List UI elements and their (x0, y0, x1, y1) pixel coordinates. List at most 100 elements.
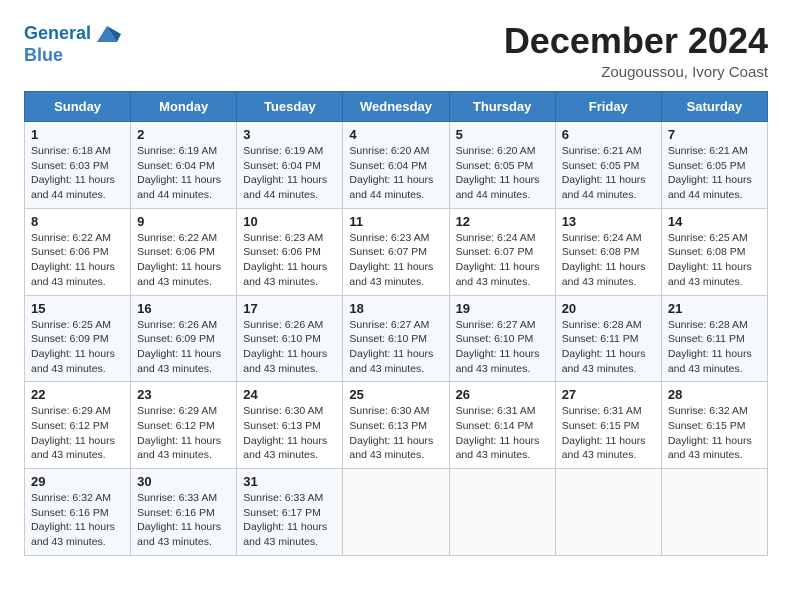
logo: General Blue (24, 20, 121, 66)
day-number: 11 (349, 214, 442, 229)
day-info: Sunrise: 6:22 AMSunset: 6:06 PMDaylight:… (137, 232, 221, 288)
calendar-table: SundayMondayTuesdayWednesdayThursdayFrid… (24, 91, 768, 556)
calendar-cell: 10 Sunrise: 6:23 AMSunset: 6:06 PMDaylig… (237, 208, 343, 295)
calendar-cell: 16 Sunrise: 6:26 AMSunset: 6:09 PMDaylig… (131, 295, 237, 382)
calendar-cell: 29 Sunrise: 6:32 AMSunset: 6:16 PMDaylig… (25, 469, 131, 556)
weekday-header-tuesday: Tuesday (237, 92, 343, 122)
day-info: Sunrise: 6:33 AMSunset: 6:17 PMDaylight:… (243, 492, 327, 548)
calendar-cell (661, 469, 767, 556)
day-info: Sunrise: 6:25 AMSunset: 6:08 PMDaylight:… (668, 232, 752, 288)
day-number: 5 (456, 127, 549, 142)
day-info: Sunrise: 6:26 AMSunset: 6:10 PMDaylight:… (243, 319, 327, 375)
day-number: 8 (31, 214, 124, 229)
calendar-cell: 18 Sunrise: 6:27 AMSunset: 6:10 PMDaylig… (343, 295, 449, 382)
day-number: 13 (562, 214, 655, 229)
day-number: 25 (349, 387, 442, 402)
day-number: 12 (456, 214, 549, 229)
calendar-cell: 1 Sunrise: 6:18 AMSunset: 6:03 PMDayligh… (25, 122, 131, 209)
day-number: 4 (349, 127, 442, 142)
day-number: 21 (668, 301, 761, 316)
day-number: 23 (137, 387, 230, 402)
calendar-cell: 22 Sunrise: 6:29 AMSunset: 6:12 PMDaylig… (25, 382, 131, 469)
day-number: 17 (243, 301, 336, 316)
day-info: Sunrise: 6:32 AMSunset: 6:16 PMDaylight:… (31, 492, 115, 548)
calendar-cell: 21 Sunrise: 6:28 AMSunset: 6:11 PMDaylig… (661, 295, 767, 382)
day-info: Sunrise: 6:26 AMSunset: 6:09 PMDaylight:… (137, 319, 221, 375)
weekday-header-wednesday: Wednesday (343, 92, 449, 122)
day-info: Sunrise: 6:24 AMSunset: 6:08 PMDaylight:… (562, 232, 646, 288)
calendar-cell: 15 Sunrise: 6:25 AMSunset: 6:09 PMDaylig… (25, 295, 131, 382)
calendar-cell: 26 Sunrise: 6:31 AMSunset: 6:14 PMDaylig… (449, 382, 555, 469)
day-number: 15 (31, 301, 124, 316)
day-number: 20 (562, 301, 655, 316)
day-number: 1 (31, 127, 124, 142)
day-number: 22 (31, 387, 124, 402)
location: Zougoussou, Ivory Coast (504, 64, 768, 81)
day-number: 27 (562, 387, 655, 402)
calendar-cell: 30 Sunrise: 6:33 AMSunset: 6:16 PMDaylig… (131, 469, 237, 556)
calendar-cell: 19 Sunrise: 6:27 AMSunset: 6:10 PMDaylig… (449, 295, 555, 382)
day-info: Sunrise: 6:30 AMSunset: 6:13 PMDaylight:… (243, 405, 327, 461)
calendar-cell: 7 Sunrise: 6:21 AMSunset: 6:05 PMDayligh… (661, 122, 767, 209)
calendar-cell: 20 Sunrise: 6:28 AMSunset: 6:11 PMDaylig… (555, 295, 661, 382)
day-info: Sunrise: 6:28 AMSunset: 6:11 PMDaylight:… (562, 319, 646, 375)
calendar-cell: 24 Sunrise: 6:30 AMSunset: 6:13 PMDaylig… (237, 382, 343, 469)
day-info: Sunrise: 6:31 AMSunset: 6:14 PMDaylight:… (456, 405, 540, 461)
calendar-cell: 9 Sunrise: 6:22 AMSunset: 6:06 PMDayligh… (131, 208, 237, 295)
calendar-cell: 8 Sunrise: 6:22 AMSunset: 6:06 PMDayligh… (25, 208, 131, 295)
calendar-cell: 31 Sunrise: 6:33 AMSunset: 6:17 PMDaylig… (237, 469, 343, 556)
day-info: Sunrise: 6:33 AMSunset: 6:16 PMDaylight:… (137, 492, 221, 548)
day-number: 19 (456, 301, 549, 316)
calendar-cell: 13 Sunrise: 6:24 AMSunset: 6:08 PMDaylig… (555, 208, 661, 295)
day-number: 14 (668, 214, 761, 229)
calendar-cell: 27 Sunrise: 6:31 AMSunset: 6:15 PMDaylig… (555, 382, 661, 469)
weekday-header-sunday: Sunday (25, 92, 131, 122)
calendar-cell (343, 469, 449, 556)
calendar-cell: 28 Sunrise: 6:32 AMSunset: 6:15 PMDaylig… (661, 382, 767, 469)
day-number: 18 (349, 301, 442, 316)
calendar-cell: 2 Sunrise: 6:19 AMSunset: 6:04 PMDayligh… (131, 122, 237, 209)
calendar-cell: 6 Sunrise: 6:21 AMSunset: 6:05 PMDayligh… (555, 122, 661, 209)
day-info: Sunrise: 6:27 AMSunset: 6:10 PMDaylight:… (456, 319, 540, 375)
day-info: Sunrise: 6:18 AMSunset: 6:03 PMDaylight:… (31, 145, 115, 201)
day-number: 24 (243, 387, 336, 402)
day-info: Sunrise: 6:30 AMSunset: 6:13 PMDaylight:… (349, 405, 433, 461)
title-block: December 2024 Zougoussou, Ivory Coast (504, 20, 768, 81)
day-number: 7 (668, 127, 761, 142)
calendar-cell: 25 Sunrise: 6:30 AMSunset: 6:13 PMDaylig… (343, 382, 449, 469)
day-number: 3 (243, 127, 336, 142)
calendar-cell: 23 Sunrise: 6:29 AMSunset: 6:12 PMDaylig… (131, 382, 237, 469)
day-info: Sunrise: 6:19 AMSunset: 6:04 PMDaylight:… (137, 145, 221, 201)
day-number: 28 (668, 387, 761, 402)
day-info: Sunrise: 6:21 AMSunset: 6:05 PMDaylight:… (562, 145, 646, 201)
day-info: Sunrise: 6:32 AMSunset: 6:15 PMDaylight:… (668, 405, 752, 461)
day-number: 16 (137, 301, 230, 316)
month-title: December 2024 (504, 20, 768, 62)
day-info: Sunrise: 6:27 AMSunset: 6:10 PMDaylight:… (349, 319, 433, 375)
day-number: 29 (31, 474, 124, 489)
day-number: 30 (137, 474, 230, 489)
day-info: Sunrise: 6:31 AMSunset: 6:15 PMDaylight:… (562, 405, 646, 461)
logo-icon (93, 20, 121, 48)
day-number: 9 (137, 214, 230, 229)
page-header: General Blue December 2024 Zougoussou, I… (24, 20, 768, 81)
calendar-cell: 17 Sunrise: 6:26 AMSunset: 6:10 PMDaylig… (237, 295, 343, 382)
day-info: Sunrise: 6:20 AMSunset: 6:05 PMDaylight:… (456, 145, 540, 201)
day-info: Sunrise: 6:23 AMSunset: 6:06 PMDaylight:… (243, 232, 327, 288)
day-info: Sunrise: 6:22 AMSunset: 6:06 PMDaylight:… (31, 232, 115, 288)
day-number: 10 (243, 214, 336, 229)
calendar-cell (555, 469, 661, 556)
weekday-header-friday: Friday (555, 92, 661, 122)
day-info: Sunrise: 6:21 AMSunset: 6:05 PMDaylight:… (668, 145, 752, 201)
calendar-cell: 4 Sunrise: 6:20 AMSunset: 6:04 PMDayligh… (343, 122, 449, 209)
day-info: Sunrise: 6:25 AMSunset: 6:09 PMDaylight:… (31, 319, 115, 375)
logo-text-blue: Blue (24, 46, 63, 66)
day-info: Sunrise: 6:23 AMSunset: 6:07 PMDaylight:… (349, 232, 433, 288)
weekday-header-saturday: Saturday (661, 92, 767, 122)
day-info: Sunrise: 6:29 AMSunset: 6:12 PMDaylight:… (137, 405, 221, 461)
calendar-cell (449, 469, 555, 556)
calendar-cell: 12 Sunrise: 6:24 AMSunset: 6:07 PMDaylig… (449, 208, 555, 295)
weekday-header-thursday: Thursday (449, 92, 555, 122)
calendar-cell: 14 Sunrise: 6:25 AMSunset: 6:08 PMDaylig… (661, 208, 767, 295)
day-info: Sunrise: 6:28 AMSunset: 6:11 PMDaylight:… (668, 319, 752, 375)
